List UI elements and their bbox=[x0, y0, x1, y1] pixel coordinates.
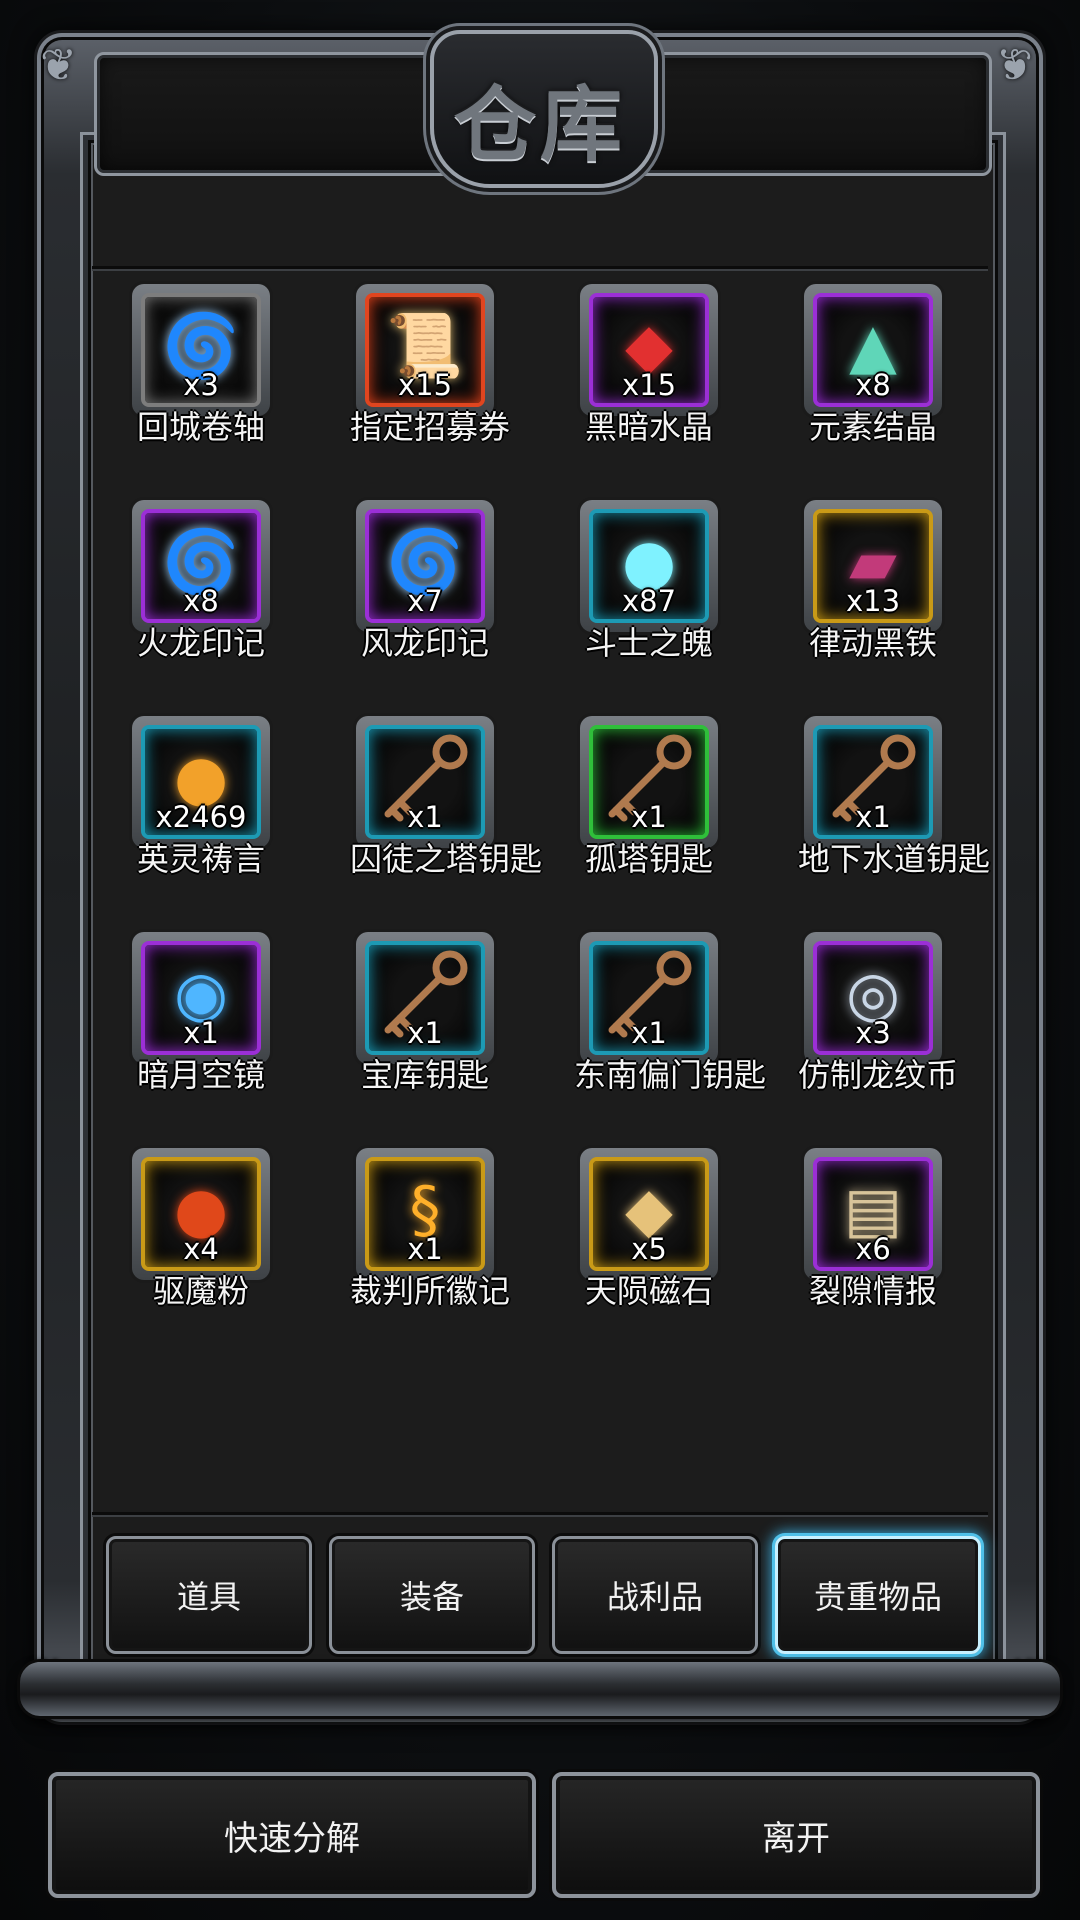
item-quantity: x4 bbox=[183, 1232, 219, 1266]
item-quantity: x5 bbox=[631, 1232, 667, 1266]
item-slot[interactable]: x1 宝库钥匙 bbox=[356, 932, 494, 1094]
item-cell[interactable]: ◆ x15 黑暗水晶 bbox=[540, 280, 764, 496]
item-quantity: x3 bbox=[855, 1016, 891, 1050]
item-slot[interactable]: ▲ x8 元素结晶 bbox=[804, 284, 942, 446]
item-grid: 🌀 x3 回城卷轴 📜 x15 指定招募券 ◆ x15 黑暗水晶 ▲ x8 元素结晶 🌀 x8 火龙印记 🌀 x… bbox=[92, 280, 990, 1360]
item-quantity: x15 bbox=[397, 368, 453, 402]
tab-equipment[interactable]: 装备 bbox=[329, 1536, 535, 1654]
item-name: 元素结晶 bbox=[808, 408, 937, 446]
item-cell[interactable]: ● x4 驱魔粉 bbox=[92, 1144, 316, 1360]
item-name: 裂隙情报 bbox=[808, 1272, 937, 1310]
item-name: 天陨磁石 bbox=[584, 1272, 713, 1310]
item-cell[interactable]: ◎ x3 仿制龙纹币 bbox=[764, 928, 988, 1144]
item-quantity: x1 bbox=[407, 1016, 443, 1050]
item-cell[interactable]: § x1 裁判所徽记 bbox=[316, 1144, 540, 1360]
item-name: 律动黑铁 bbox=[808, 624, 937, 662]
item-slot[interactable]: § x1 裁判所徽记 bbox=[350, 1148, 510, 1310]
leave-button[interactable]: 离开 bbox=[552, 1772, 1040, 1898]
divider bbox=[92, 266, 988, 269]
item-name: 风龙印记 bbox=[360, 624, 489, 662]
item-cell[interactable]: x1 囚徒之塔钥匙 bbox=[316, 712, 542, 928]
item-name: 囚徒之塔钥匙 bbox=[350, 840, 543, 878]
divider bbox=[92, 1512, 988, 1515]
item-slot[interactable]: ● x87 斗士之魄 bbox=[580, 500, 718, 662]
item-name: 英灵祷言 bbox=[136, 840, 265, 878]
item-name: 斗士之魄 bbox=[584, 624, 713, 662]
item-slot[interactable]: x1 囚徒之塔钥匙 bbox=[350, 716, 542, 878]
item-quantity: x13 bbox=[845, 584, 901, 618]
item-name: 驱魔粉 bbox=[152, 1272, 249, 1310]
item-slot[interactable]: x1 地下水道钥匙 bbox=[798, 716, 990, 878]
item-slot[interactable]: 🌀 x8 火龙印记 bbox=[132, 500, 270, 662]
item-slot[interactable]: x1 孤塔钥匙 bbox=[580, 716, 718, 878]
item-quantity: x1 bbox=[407, 1232, 443, 1266]
item-slot[interactable]: ● x4 驱魔粉 bbox=[132, 1148, 270, 1310]
item-quantity: x2469 bbox=[155, 800, 247, 834]
item-cell[interactable]: ◉ x1 暗月空镜 bbox=[92, 928, 316, 1144]
item-cell[interactable]: ◆ x5 天陨磁石 bbox=[540, 1144, 764, 1360]
item-name: 仿制龙纹币 bbox=[798, 1056, 959, 1094]
item-quantity: x1 bbox=[631, 800, 667, 834]
item-quantity: x6 bbox=[855, 1232, 891, 1266]
item-quantity: x15 bbox=[621, 368, 677, 402]
item-cell[interactable]: ▰ x13 律动黑铁 bbox=[764, 496, 988, 712]
item-quantity: x8 bbox=[183, 584, 219, 618]
tab-items[interactable]: 道具 bbox=[106, 1536, 312, 1654]
item-quantity: x3 bbox=[183, 368, 219, 402]
bottom-ornament bbox=[20, 1662, 1060, 1716]
item-slot[interactable]: ● x2469 英灵祷言 bbox=[132, 716, 270, 878]
item-cell[interactable]: 🌀 x3 回城卷轴 bbox=[92, 280, 316, 496]
item-slot[interactable]: ◉ x1 暗月空镜 bbox=[132, 932, 270, 1094]
item-cell[interactable]: ▲ x8 元素结晶 bbox=[764, 280, 988, 496]
item-slot[interactable]: 📜 x15 指定招募券 bbox=[350, 284, 510, 446]
item-name: 黑暗水晶 bbox=[584, 408, 713, 446]
item-name: 地下水道钥匙 bbox=[798, 840, 991, 878]
quick-disassemble-button[interactable]: 快速分解 bbox=[48, 1772, 536, 1898]
item-name: 东南偏门钥匙 bbox=[574, 1056, 767, 1094]
item-quantity: x1 bbox=[407, 800, 443, 834]
item-slot[interactable]: ▤ x6 裂隙情报 bbox=[804, 1148, 942, 1310]
item-quantity: x1 bbox=[183, 1016, 219, 1050]
item-name: 指定招募券 bbox=[350, 408, 511, 446]
item-cell[interactable]: ▤ x6 裂隙情报 bbox=[764, 1144, 988, 1360]
item-slot[interactable]: ▰ x13 律动黑铁 bbox=[804, 500, 942, 662]
item-name: 暗月空镜 bbox=[136, 1056, 265, 1094]
item-slot[interactable]: ◆ x5 天陨磁石 bbox=[580, 1148, 718, 1310]
item-slot[interactable]: ◎ x3 仿制龙纹币 bbox=[798, 932, 958, 1094]
item-quantity: x87 bbox=[621, 584, 677, 618]
item-cell[interactable]: ● x87 斗士之魄 bbox=[540, 496, 764, 712]
tab-valuables[interactable]: 贵重物品 bbox=[775, 1536, 981, 1654]
item-cell[interactable]: ● x2469 英灵祷言 bbox=[92, 712, 316, 928]
item-name: 火龙印记 bbox=[136, 624, 265, 662]
item-slot[interactable]: ◆ x15 黑暗水晶 bbox=[580, 284, 718, 446]
item-name: 裁判所徽记 bbox=[350, 1272, 511, 1310]
item-slot[interactable]: 🌀 x7 风龙印记 bbox=[356, 500, 494, 662]
item-cell[interactable]: x1 东南偏门钥匙 bbox=[540, 928, 766, 1144]
item-cell[interactable]: 📜 x15 指定招募券 bbox=[316, 280, 540, 496]
item-cell[interactable]: 🌀 x7 风龙印记 bbox=[316, 496, 540, 712]
item-slot[interactable]: x1 东南偏门钥匙 bbox=[574, 932, 766, 1094]
item-slot[interactable]: 🌀 x3 回城卷轴 bbox=[132, 284, 270, 446]
item-cell[interactable]: 🌀 x8 火龙印记 bbox=[92, 496, 316, 712]
item-cell[interactable]: x1 宝库钥匙 bbox=[316, 928, 540, 1144]
item-quantity: x8 bbox=[855, 368, 891, 402]
item-quantity: x7 bbox=[407, 584, 443, 618]
page-title: 仓库 bbox=[453, 77, 626, 173]
item-name: 回城卷轴 bbox=[136, 408, 265, 446]
tab-loot[interactable]: 战利品 bbox=[552, 1536, 758, 1654]
item-quantity: x1 bbox=[855, 800, 891, 834]
item-name: 孤塔钥匙 bbox=[584, 840, 713, 878]
item-cell[interactable]: x1 孤塔钥匙 bbox=[540, 712, 764, 928]
item-quantity: x1 bbox=[631, 1016, 667, 1050]
item-name: 宝库钥匙 bbox=[360, 1056, 489, 1094]
item-cell[interactable]: x1 地下水道钥匙 bbox=[764, 712, 990, 928]
